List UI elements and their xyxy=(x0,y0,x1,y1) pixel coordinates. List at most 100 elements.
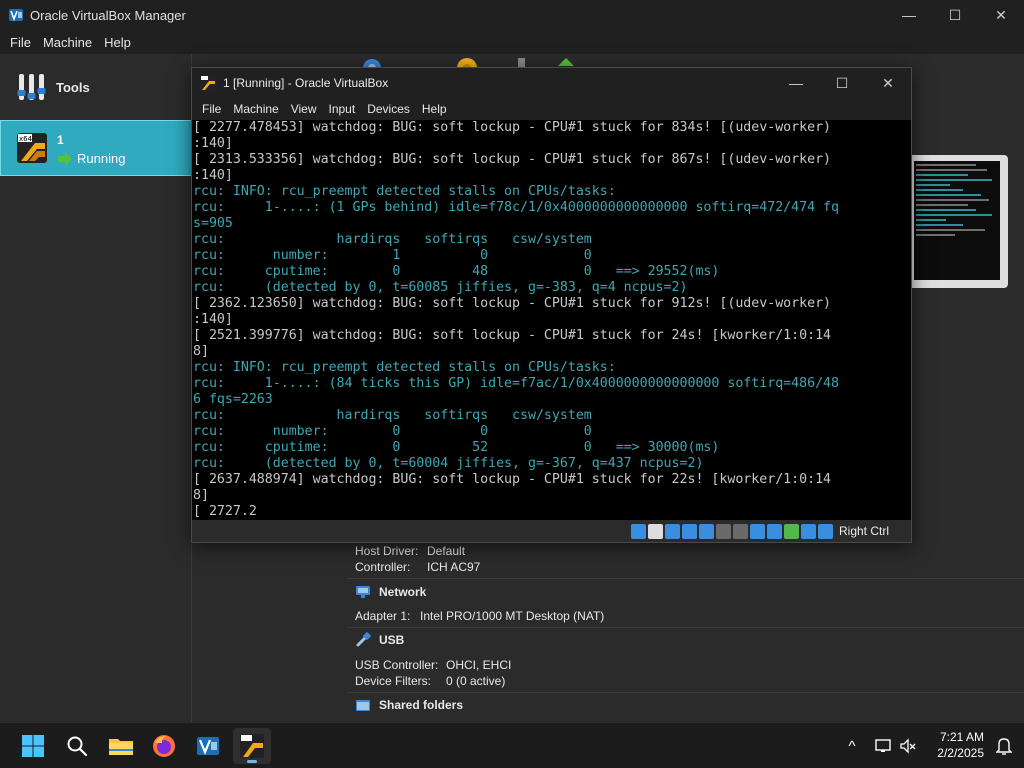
start-icon[interactable] xyxy=(558,58,574,66)
vm-menu-machine[interactable]: Machine xyxy=(233,102,278,116)
hard-disk-icon[interactable] xyxy=(630,523,646,539)
detail-key: Host Driver: xyxy=(355,544,419,558)
vm-window-controls: — ☐ ✕ xyxy=(773,68,911,98)
menu-help[interactable]: Help xyxy=(104,35,131,50)
network-icon[interactable] xyxy=(681,523,697,539)
firefox-icon xyxy=(153,735,175,757)
guest-console-screen[interactable]: [ 2277.478453] watchdog: BUG: soft locku… xyxy=(192,120,911,520)
console-line: rcu: number: 1 0 0 xyxy=(193,248,592,263)
taskbar-clock[interactable]: 7:21 AM 2/2/2025 xyxy=(937,729,984,761)
vm-os-icon xyxy=(200,75,216,91)
vm-menu-view[interactable]: View xyxy=(291,102,317,116)
section-usb[interactable]: USB xyxy=(347,628,1024,652)
console-line: rcu: cputime: 0 52 0 ==> 30000(ms) xyxy=(193,440,720,455)
vm-menu-file[interactable]: File xyxy=(202,102,221,116)
section-network[interactable]: Network xyxy=(347,580,1024,604)
search-icon xyxy=(67,736,88,757)
sidebar-item-tools[interactable]: Tools xyxy=(0,62,192,112)
virtualbox-logo-icon xyxy=(9,9,23,22)
minimize-button[interactable]: — xyxy=(886,0,932,30)
show-hidden-icons-button[interactable]: ^ xyxy=(843,738,861,755)
recording-icon[interactable] xyxy=(749,523,765,539)
usb-controller-row: USB Controller: OHCI, EHCI xyxy=(355,658,511,672)
console-line: rcu: (detected by 0, t=60004 jiffies, g=… xyxy=(193,456,704,471)
console-line: [ 2362.123650] watchdog: BUG: soft locku… xyxy=(193,296,832,311)
manager-window-controls: — ☐ ✕ xyxy=(886,0,1024,30)
maximize-button[interactable]: ☐ xyxy=(932,0,978,30)
usb-icon[interactable] xyxy=(698,523,714,539)
section-title: Shared folders xyxy=(379,698,464,712)
guest-additions-icon[interactable] xyxy=(766,523,782,539)
console-line: rcu: cputime: 0 48 0 ==> 29552(ms) xyxy=(193,264,720,279)
file-explorer-icon xyxy=(109,739,133,755)
taskbar-virtualbox-manager[interactable] xyxy=(189,728,227,764)
vm-menu-help[interactable]: Help xyxy=(422,102,447,116)
close-button[interactable]: ✕ xyxy=(978,0,1024,30)
cpu-activity-icon[interactable] xyxy=(783,523,799,539)
taskbar-vm-window[interactable] xyxy=(233,728,271,764)
maximize-button[interactable]: ☐ xyxy=(819,68,865,98)
console-line: :140] xyxy=(193,312,233,327)
shared-folder-icon xyxy=(356,700,370,711)
clock-date: 2/2/2025 xyxy=(937,746,984,760)
menu-machine[interactable]: Machine xyxy=(43,35,92,50)
vm-menu-devices[interactable]: Devices xyxy=(367,102,410,116)
section-divider xyxy=(347,578,1024,579)
console-line: 8] xyxy=(193,488,209,503)
vm-state: Running xyxy=(57,151,125,166)
mouse-integration-icon[interactable] xyxy=(800,523,816,539)
console-line: [ 2727.2 xyxy=(193,504,257,519)
taskbar-firefox[interactable] xyxy=(145,728,183,764)
tools-label: Tools xyxy=(56,79,90,95)
keyboard-capture-icon[interactable] xyxy=(817,523,833,539)
usb-filters-row: Device Filters: 0 (0 active) xyxy=(355,674,505,688)
console-line: [ 2313.533356] watchdog: BUG: soft locku… xyxy=(193,152,832,167)
vm-os-icon xyxy=(240,734,264,758)
display-icon[interactable] xyxy=(732,523,748,539)
console-line: s=905 xyxy=(193,216,233,231)
start-button[interactable] xyxy=(14,728,52,764)
detail-value: OHCI, EHCI xyxy=(446,658,512,672)
console-line: [ 2277.478453] watchdog: BUG: soft locku… xyxy=(193,120,832,135)
detail-key: Controller: xyxy=(355,560,411,574)
vm-name: 1 xyxy=(57,133,64,147)
detail-value: Intel PRO/1000 MT Desktop (NAT) xyxy=(420,609,605,623)
shared-folders-icon[interactable] xyxy=(715,523,731,539)
network-icon xyxy=(356,586,370,598)
notification-bell-icon[interactable] xyxy=(996,737,1012,755)
search-button[interactable] xyxy=(58,728,96,764)
console-line: :140] xyxy=(193,136,233,151)
console-line: rcu: INFO: rcu_preempt detected stalls o… xyxy=(193,360,616,375)
vm-menu-input[interactable]: Input xyxy=(329,102,356,116)
taskbar-file-explorer[interactable] xyxy=(102,728,140,764)
host-key-label: Right Ctrl xyxy=(838,524,889,538)
vm-title-bar[interactable]: 1 [Running] - Oracle VirtualBox — ☐ ✕ xyxy=(192,68,911,98)
close-button[interactable]: ✕ xyxy=(865,68,911,98)
windows-logo-icon xyxy=(22,735,44,757)
optical-drive-icon[interactable] xyxy=(647,523,663,539)
section-shared-folders[interactable]: Shared folders xyxy=(347,693,1024,717)
console-line: rcu: (detected by 0, t=60085 jiffies, g=… xyxy=(193,280,688,295)
section-title: USB xyxy=(379,633,405,647)
console-line: 6 fqs=2263 xyxy=(193,392,273,407)
console-line: rcu: number: 0 0 0 xyxy=(193,424,592,439)
detail-key: USB Controller: xyxy=(355,658,439,672)
minimize-button[interactable]: — xyxy=(773,68,819,98)
network-status-icon[interactable] xyxy=(875,738,893,754)
console-line: :140] xyxy=(193,168,233,183)
vm-list-item[interactable]: x64 1 Running xyxy=(0,120,192,176)
console-line: rcu: 1-....: (1 GPs behind) idle=f78c/1/… xyxy=(193,200,840,215)
manager-title-bar[interactable]: Oracle VirtualBox Manager — ☐ ✕ xyxy=(0,0,1024,30)
menu-file[interactable]: File xyxy=(10,35,31,50)
vm-preview-thumbnail xyxy=(908,155,1008,288)
manager-menu-bar: File Machine Help xyxy=(0,30,1024,54)
console-line: rcu: 1-....: (84 ticks this GP) idle=f7a… xyxy=(193,376,840,391)
audio-icon[interactable] xyxy=(664,523,680,539)
vm-status-bar: Right Ctrl xyxy=(192,520,911,542)
manager-title: Oracle VirtualBox Manager xyxy=(30,7,186,23)
detail-value: 0 (0 active) xyxy=(446,674,506,688)
volume-muted-icon[interactable] xyxy=(899,738,917,754)
console-line: rcu: hardirqs softirqs csw/system xyxy=(193,232,592,247)
virtualbox-logo-icon xyxy=(197,737,219,755)
network-adapter-row: Adapter 1: Intel PRO/1000 MT Desktop (NA… xyxy=(355,609,604,623)
